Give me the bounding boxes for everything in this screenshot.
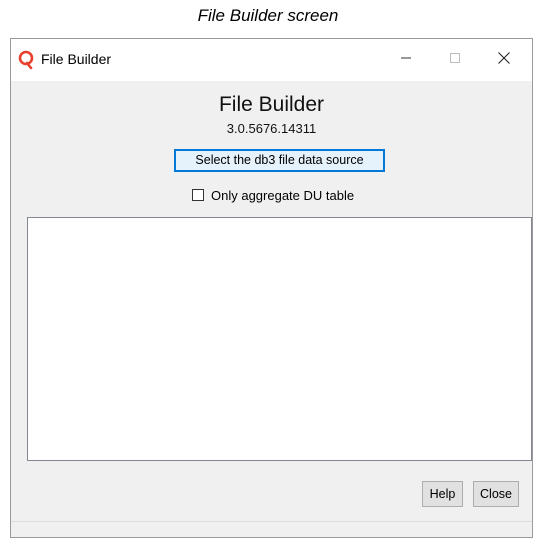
select-data-source-button[interactable]: Select the db3 file data source <box>174 149 385 172</box>
aggregate-du-checkbox-row[interactable]: Only aggregate DU table <box>192 186 354 204</box>
file-builder-window: File Builder File Builder 3.0.5676.14311… <box>10 38 533 538</box>
title-bar[interactable]: File Builder <box>11 39 532 81</box>
version-label: 3.0.5676.14311 <box>226 121 317 136</box>
maximize-icon <box>449 51 461 69</box>
app-heading: File Builder <box>218 93 325 116</box>
window-close-button[interactable] <box>481 39 527 81</box>
close-icon <box>497 51 511 70</box>
close-button[interactable]: Close <box>473 481 519 507</box>
screenshot-caption: File Builder screen <box>197 6 339 25</box>
qlik-q-icon <box>17 50 35 70</box>
help-button[interactable]: Help <box>422 481 463 507</box>
output-log-textarea[interactable] <box>27 217 532 461</box>
maximize-button[interactable] <box>432 39 478 81</box>
minimize-icon <box>400 51 412 69</box>
status-strip-divider <box>11 521 532 522</box>
aggregate-du-checkbox[interactable] <box>192 189 204 201</box>
minimize-button[interactable] <box>383 39 429 81</box>
aggregate-du-checkbox-label[interactable]: Only aggregate DU table <box>211 188 354 203</box>
window-title: File Builder <box>41 51 112 67</box>
